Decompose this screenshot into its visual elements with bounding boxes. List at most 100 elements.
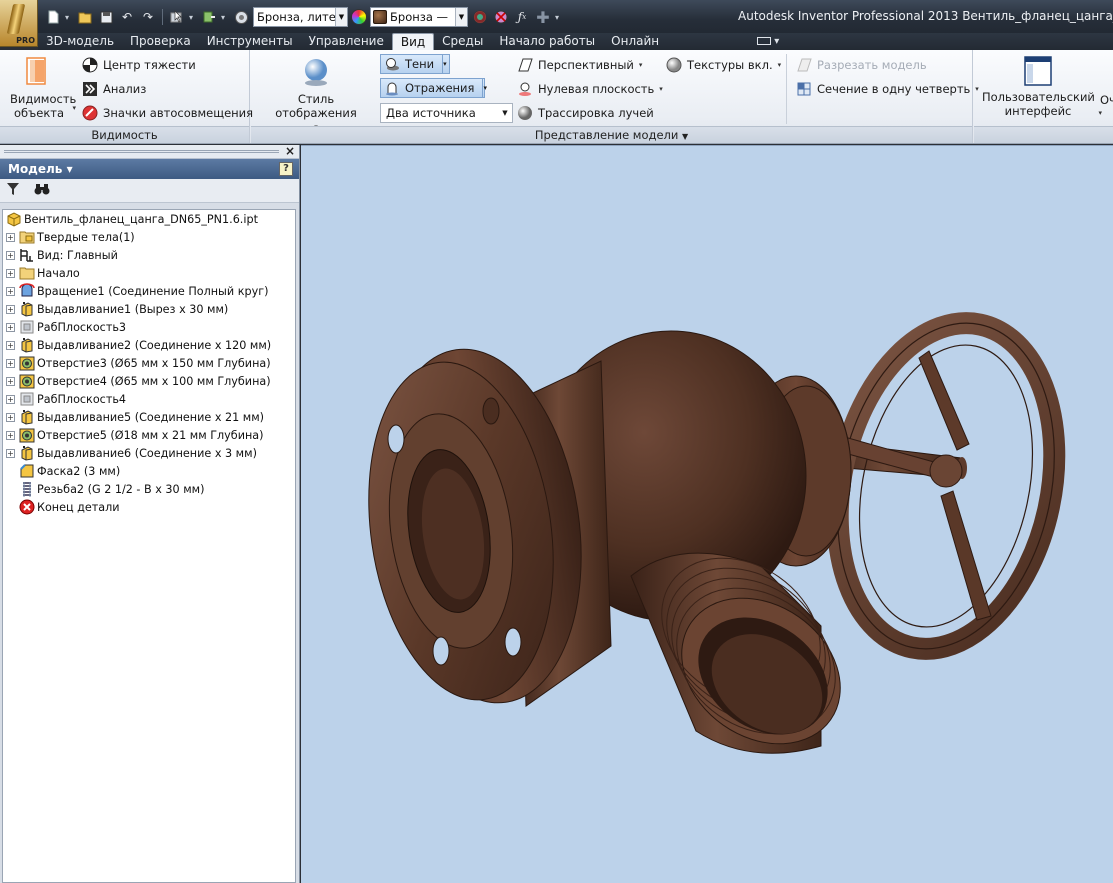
- tree-line: [6, 467, 15, 476]
- analysis-button[interactable]: Анализ: [82, 79, 146, 99]
- quick-access-toolbar: ▾ ↶ ↷ ▾ ▾ Бронза, литес ▼ Бронза — ▼ ƒ x…: [44, 6, 563, 28]
- expand-plus-icon[interactable]: +: [6, 232, 15, 242]
- valve-model-render[interactable]: [301, 146, 1113, 883]
- tree-item-label: Выдавливание1 (Вырез х 30 мм): [37, 302, 229, 316]
- ground-plane-button[interactable]: Нулевая плоскость ▾: [517, 79, 663, 99]
- tree-item[interactable]: + Твердые тела(1): [6, 228, 135, 246]
- filter-icon[interactable]: [6, 182, 20, 199]
- select-icon[interactable]: [168, 8, 186, 26]
- close-icon[interactable]: ×: [285, 144, 295, 158]
- update-icon[interactable]: [232, 8, 250, 26]
- tree-item[interactable]: + Отверстие5 (Ø18 мм х 21 мм Глубина): [6, 426, 264, 444]
- quarter-section-icon: [796, 81, 812, 97]
- next-panel-fragment[interactable]: Оч: [1100, 93, 1113, 107]
- tree-item[interactable]: + Вид: Главный: [6, 246, 118, 264]
- appearance-combo[interactable]: Бронза — ▼: [370, 7, 468, 27]
- color-wheel-icon[interactable]: [351, 9, 367, 25]
- windows-panel: Пользовательский интерфейс ▾ Оч: [974, 50, 1113, 143]
- expand-plus-icon[interactable]: +: [6, 448, 15, 458]
- tab-tools[interactable]: Инструменты: [199, 33, 301, 50]
- ray-tracing-button[interactable]: Трассировка лучей: [517, 103, 654, 123]
- tab-inspect[interactable]: Проверка: [122, 33, 199, 50]
- tab-3d-model[interactable]: 3D-модель: [38, 33, 122, 50]
- tab-view[interactable]: Вид: [391, 33, 435, 50]
- application-menu-button[interactable]: PRO: [0, 0, 38, 47]
- tree-item[interactable]: Фаска2 (3 мм): [6, 462, 120, 480]
- undo-icon[interactable]: ↶: [118, 8, 136, 26]
- tree-item[interactable]: + Отверстие3 (Ø65 мм х 150 мм Глубина): [6, 354, 271, 372]
- object-visibility-button[interactable]: Видимость объекта ▾: [4, 56, 76, 120]
- redo-icon[interactable]: ↷: [139, 8, 157, 26]
- display-style-button[interactable]: Стиль отображения ▾: [257, 56, 375, 134]
- tree-item[interactable]: + Выдавливание5 (Соединение х 21 мм): [6, 408, 264, 426]
- tree-item[interactable]: + Выдавливание6 (Соединение х 3 мм): [6, 444, 257, 462]
- chevron-down-icon[interactable]: ▼: [335, 8, 347, 26]
- browser-header[interactable]: Модель ▾ ?: [0, 159, 299, 179]
- perspective-icon: [517, 57, 533, 73]
- tree-item[interactable]: + Выдавливание2 (Соединение х 120 мм): [6, 336, 271, 354]
- expand-plus-icon[interactable]: +: [6, 412, 15, 422]
- snap-icons-button[interactable]: Значки автосовмещения: [82, 103, 253, 123]
- light-style-combo[interactable]: Два источника ▼: [380, 103, 513, 123]
- tab-manage[interactable]: Управление: [301, 33, 392, 50]
- browser-title-grip[interactable]: ×: [0, 144, 299, 159]
- shadows-icon: [384, 56, 400, 72]
- expand-plus-icon[interactable]: +: [6, 304, 15, 314]
- tree-item[interactable]: Резьба2 (G 2 1/2 - B х 30 мм): [6, 480, 204, 498]
- expand-plus-icon[interactable]: +: [6, 358, 15, 368]
- tree-item[interactable]: + РабПлоскость4: [6, 390, 126, 408]
- tab-online[interactable]: Онлайн: [603, 33, 667, 50]
- expand-plus-icon[interactable]: +: [6, 286, 15, 296]
- center-of-gravity-button[interactable]: Центр тяжести: [82, 55, 196, 75]
- chevron-down-icon[interactable]: ▼: [498, 109, 512, 117]
- find-binoculars-icon[interactable]: [34, 182, 50, 199]
- new-dropdown-arrow-icon[interactable]: ▾: [65, 13, 73, 22]
- ribbon-minimize-toggle[interactable]: ▾: [757, 34, 779, 50]
- parameters-fx-icon[interactable]: ƒx: [513, 8, 531, 26]
- tab-get-started[interactable]: Начало работы: [491, 33, 603, 50]
- tree-item[interactable]: Конец детали: [6, 498, 120, 516]
- tree-item[interactable]: + Начало: [6, 264, 80, 282]
- chevron-down-icon[interactable]: ▾: [482, 79, 487, 97]
- expand-plus-icon[interactable]: +: [6, 394, 15, 404]
- material-combo[interactable]: Бронза, литес ▼: [253, 7, 348, 27]
- perspective-button[interactable]: Перспективный ▾: [517, 55, 642, 75]
- adjust-appearance-icon[interactable]: [471, 8, 489, 26]
- return-icon[interactable]: [200, 8, 218, 26]
- expand-plus-icon[interactable]: +: [6, 430, 15, 440]
- expand-plus-icon[interactable]: +: [6, 250, 15, 260]
- reflections-toggle[interactable]: Отражения ▾: [380, 78, 487, 98]
- chevron-down-icon[interactable]: ▼: [455, 8, 467, 26]
- open-icon[interactable]: [76, 8, 94, 26]
- tree-item[interactable]: + Отверстие4 (Ø65 мм х 100 мм Глубина): [6, 372, 271, 390]
- graphics-viewport[interactable]: [301, 145, 1113, 883]
- browser-toolbar: [0, 179, 299, 203]
- expand-plus-icon[interactable]: +: [6, 268, 15, 278]
- tree-item[interactable]: + Вращение1 (Соединение Полный круг): [6, 282, 268, 300]
- user-interface-button[interactable]: Пользовательский интерфейс ▾: [982, 56, 1102, 118]
- add-icon[interactable]: ✚: [534, 8, 552, 27]
- tree-item-label: Вращение1 (Соединение Полный круг): [37, 284, 269, 298]
- chevron-down-icon[interactable]: ▾: [442, 55, 447, 73]
- quarter-section-button[interactable]: Сечение в одну четверть ▾: [796, 79, 979, 99]
- tree-root-part[interactable]: Вентиль_фланец_цанга_DN65_PN1.6.ipt: [6, 210, 258, 228]
- drag-grip[interactable]: [4, 150, 279, 153]
- model-view-panel-title[interactable]: Представление модели ▼: [251, 126, 972, 143]
- select-dropdown-arrow-icon[interactable]: ▾: [189, 13, 197, 22]
- expand-plus-icon[interactable]: +: [6, 376, 15, 386]
- expand-plus-icon[interactable]: +: [6, 340, 15, 350]
- expand-plus-icon[interactable]: +: [6, 322, 15, 332]
- tab-environments[interactable]: Среды: [434, 33, 491, 50]
- tree-item[interactable]: + Выдавливание1 (Вырез х 30 мм): [6, 300, 228, 318]
- return-dropdown-arrow-icon[interactable]: ▾: [221, 13, 229, 22]
- save-icon[interactable]: [97, 8, 115, 26]
- cut-model-button[interactable]: Разрезать модель: [796, 55, 927, 75]
- clear-appearance-icon[interactable]: [492, 8, 510, 26]
- shadows-toggle[interactable]: Тени ▾: [380, 54, 450, 74]
- model-tree[interactable]: Вентиль_фланец_цанга_DN65_PN1.6.ipt + Тве…: [2, 209, 296, 883]
- new-icon[interactable]: [44, 8, 62, 26]
- customize-qat-arrow-icon[interactable]: ▾: [555, 13, 563, 22]
- textures-on-button[interactable]: Текстуры вкл. ▾: [666, 55, 781, 75]
- help-icon[interactable]: ?: [279, 162, 293, 176]
- tree-item[interactable]: + РабПлоскость3: [6, 318, 126, 336]
